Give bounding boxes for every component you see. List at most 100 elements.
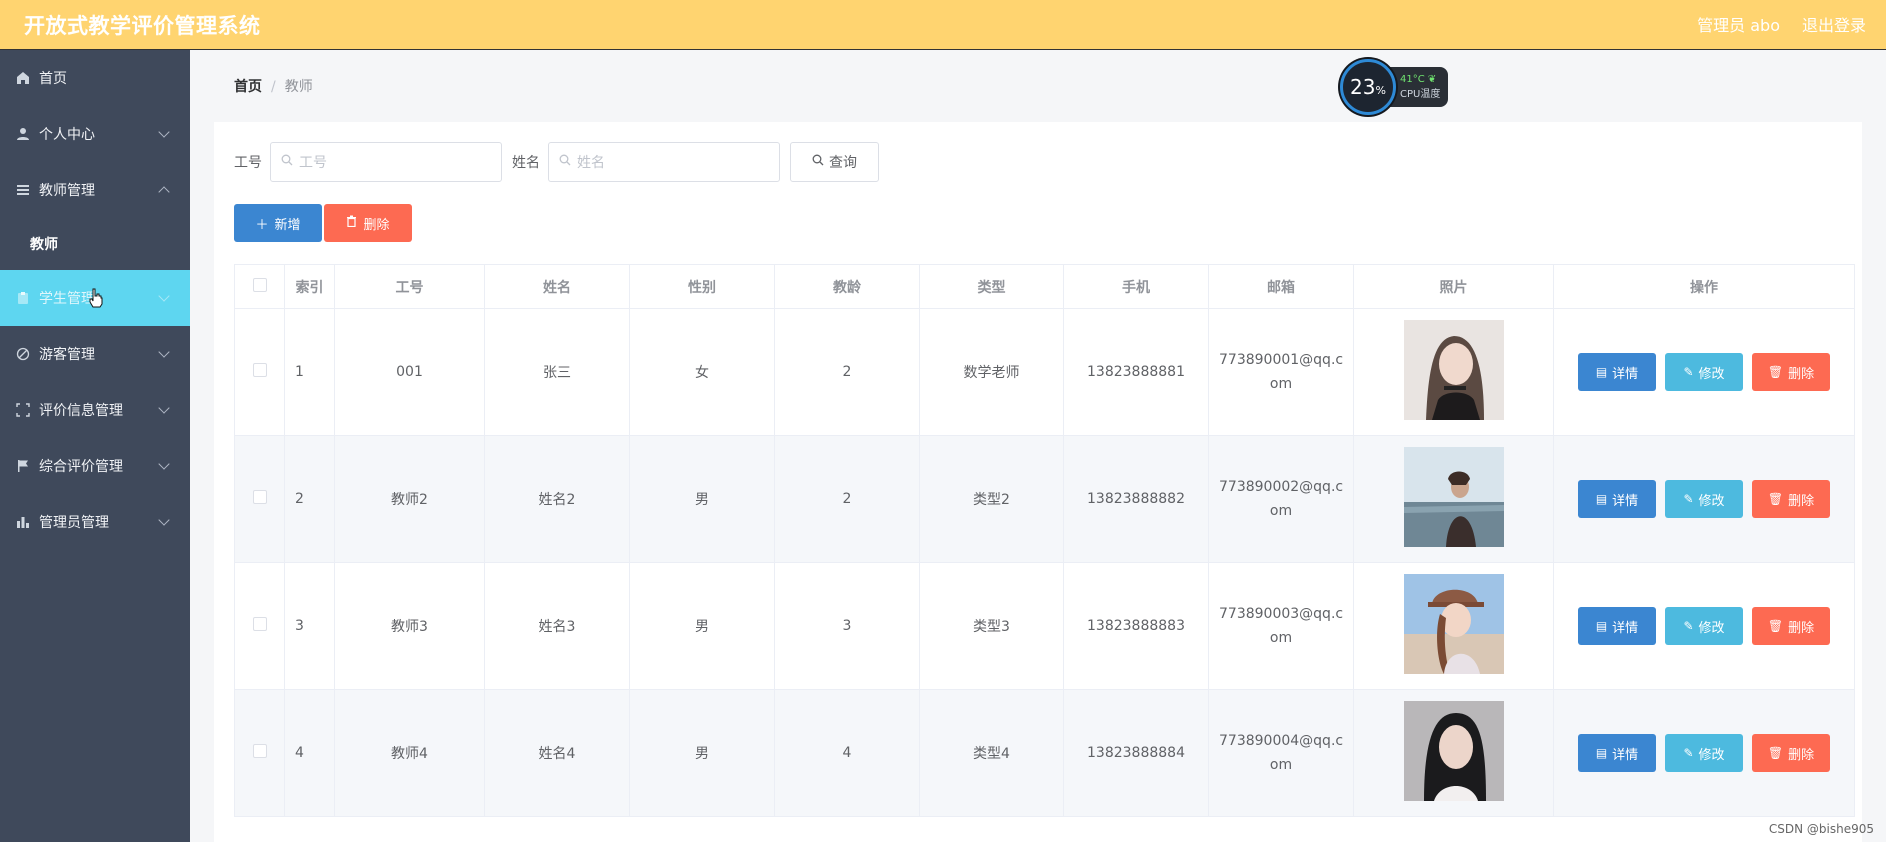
row-checkbox[interactable] xyxy=(252,363,267,377)
detail-button[interactable]: ▤ 详情 xyxy=(1578,353,1656,391)
detail-button[interactable]: ▤ 详情 xyxy=(1578,480,1656,518)
email-line: 773890001@qq.c xyxy=(1219,352,1344,368)
cell-type: 类型4 xyxy=(919,689,1064,817)
row-checkbox[interactable] xyxy=(252,744,267,758)
email-line: om xyxy=(1269,376,1293,392)
cell-ops: ▤ 详情 ✎ 修改 🗑 删除 xyxy=(1553,435,1855,563)
sidebar-item-overall-evaluation[interactable]: 综合评价管理 xyxy=(0,438,190,494)
pencil-icon: ✎ xyxy=(1683,746,1694,760)
edit-button[interactable]: ✎ 修改 xyxy=(1665,607,1743,645)
select-all-cell[interactable] xyxy=(234,264,285,309)
breadcrumb-home[interactable]: 首页 xyxy=(234,79,262,95)
cpu-temperature-widget[interactable]: 23% 41°C ❦ CPU温度 xyxy=(1340,59,1460,115)
name-search-input[interactable]: 姓名 xyxy=(548,142,780,182)
teacher-photo[interactable] xyxy=(1403,574,1504,674)
row-select-cell[interactable] xyxy=(234,689,285,817)
delete-button[interactable]: 🗑 删除 xyxy=(1752,353,1830,391)
column-header: 类型 xyxy=(919,264,1064,309)
row-select-cell[interactable] xyxy=(234,435,285,563)
sidebar-item-visitor-management[interactable]: 游客管理 xyxy=(0,326,190,382)
select-all-checkbox[interactable] xyxy=(252,277,267,292)
query-button[interactable]: 查询 xyxy=(790,142,879,182)
cell-phone: 13823888883 xyxy=(1063,562,1209,690)
chevron-down-icon xyxy=(158,514,170,526)
sidebar-item-evaluation-management[interactable]: 评价信息管理 xyxy=(0,382,190,438)
top-bar: 开放式教学评价管理系统 管理员 abo 退出登录 xyxy=(0,0,1886,50)
logout-link[interactable]: 退出登录 xyxy=(1802,12,1866,36)
sidebar-item-student-management[interactable]: 学生管理 xyxy=(0,270,190,326)
trash-icon: 🗑 xyxy=(1767,746,1784,760)
cpu-usage-ring: 23% xyxy=(1340,59,1396,115)
cell-photo xyxy=(1353,435,1554,563)
cell-name: 姓名2 xyxy=(484,435,630,563)
cell-type: 类型3 xyxy=(919,562,1064,690)
pencil-icon: ✎ xyxy=(1683,365,1694,379)
name-placeholder: 姓名 xyxy=(577,155,605,171)
sidebar-item-label: 个人中心 xyxy=(39,127,95,143)
sidebar-item-home[interactable]: 首页 xyxy=(0,50,190,106)
chevron-down-icon xyxy=(158,126,170,138)
cell-id: 教师4 xyxy=(334,689,485,817)
sidebar-item-admin-management[interactable]: 管理员管理 xyxy=(0,494,190,550)
pencil-icon: ✎ xyxy=(1683,619,1694,633)
cell-phone: 13823888884 xyxy=(1063,689,1209,817)
plus-icon: ＋ xyxy=(255,217,269,233)
id-search-input[interactable]: 工号 xyxy=(270,142,502,182)
trash-icon: 🗑 xyxy=(1767,492,1784,506)
teacher-photo[interactable] xyxy=(1403,320,1504,420)
row-checkbox[interactable] xyxy=(252,490,267,504)
edit-button[interactable]: ✎ 修改 xyxy=(1665,353,1743,391)
sidebar-item-label: 游客管理 xyxy=(39,347,95,363)
delete-button[interactable]: 🗑 删除 xyxy=(1752,734,1830,772)
cell-phone: 13823888882 xyxy=(1063,435,1209,563)
teacher-photo[interactable] xyxy=(1403,701,1504,801)
sidebar-item-profile[interactable]: 个人中心 xyxy=(0,106,190,162)
list-icon xyxy=(15,182,31,198)
email-line: om xyxy=(1269,630,1293,646)
cell-photo xyxy=(1353,562,1554,690)
table-row: 3 教师3 姓名3 男 3 类型3 13823888883 773890003@… xyxy=(234,562,1855,690)
table-row: 4 教师4 姓名4 男 4 类型4 13823888884 773890004@… xyxy=(234,689,1855,817)
sidebar-subitem-teacher[interactable]: 教师 xyxy=(0,218,190,270)
row-select-cell[interactable] xyxy=(234,308,285,436)
detail-button[interactable]: ▤ 详情 xyxy=(1578,734,1656,772)
cell-id: 001 xyxy=(334,308,485,436)
bar-chart-icon xyxy=(15,514,31,530)
cpu-percent-unit: % xyxy=(1375,83,1386,97)
edit-button[interactable]: ✎ 修改 xyxy=(1665,734,1743,772)
edit-button[interactable]: ✎ 修改 xyxy=(1665,480,1743,518)
breadcrumb-current: 教师 xyxy=(284,79,313,95)
detail-button[interactable]: ▤ 详情 xyxy=(1578,607,1656,645)
document-icon: ▤ xyxy=(1595,746,1608,760)
cpu-temp-value: 41°C xyxy=(1400,74,1425,85)
trash-icon: 🗑 xyxy=(1767,619,1784,633)
chevron-down-icon xyxy=(158,402,170,414)
document-icon: ▤ xyxy=(1595,365,1608,379)
cell-years: 2 xyxy=(774,308,920,436)
cell-gender: 男 xyxy=(629,435,775,563)
add-button[interactable]: ＋ 新增 xyxy=(234,204,322,242)
edit-label: 修改 xyxy=(1698,620,1725,636)
teacher-photo[interactable] xyxy=(1403,447,1504,547)
admin-username[interactable]: 管理员 abo xyxy=(1697,12,1780,36)
sidebar-item-label: 评价信息管理 xyxy=(39,403,123,419)
batch-delete-button[interactable]: 删除 xyxy=(324,204,412,242)
row-checkbox[interactable] xyxy=(252,617,267,631)
sidebar-item-teacher-management[interactable]: 教师管理 xyxy=(0,162,190,218)
detail-label: 详情 xyxy=(1612,493,1639,509)
sidebar-item-label: 学生管理 xyxy=(39,291,95,307)
cell-gender: 男 xyxy=(629,562,775,690)
cell-phone: 13823888881 xyxy=(1063,308,1209,436)
detail-label: 详情 xyxy=(1612,620,1639,636)
delete-button[interactable]: 🗑 删除 xyxy=(1752,480,1830,518)
email-line: 773890002@qq.c xyxy=(1219,479,1344,495)
delete-button[interactable]: 🗑 删除 xyxy=(1752,607,1830,645)
query-label: 查询 xyxy=(829,155,857,171)
cell-name: 张三 xyxy=(484,308,630,436)
teacher-table: 索引 工号 姓名 性别 教龄 类型 手机 邮箱 照片 操作 1 001 张三 女… xyxy=(234,264,1855,817)
search-icon xyxy=(812,154,824,170)
row-select-cell[interactable] xyxy=(234,562,285,690)
cell-photo xyxy=(1353,308,1554,436)
cell-index: 2 xyxy=(284,435,335,563)
column-header: 教龄 xyxy=(774,264,920,309)
